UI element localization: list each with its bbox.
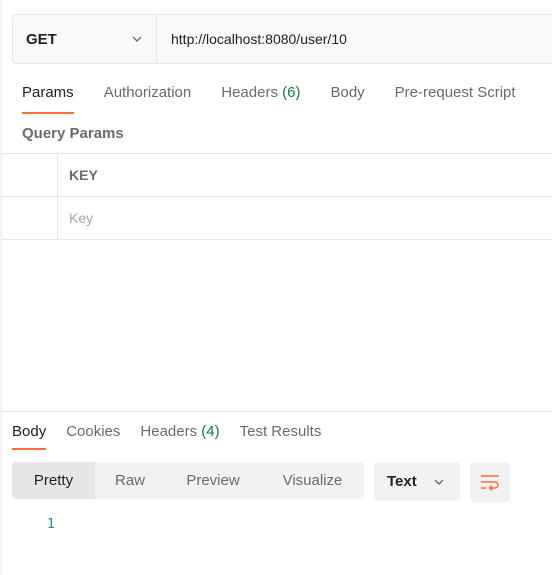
url-input[interactable]: http://localhost:8080/user/10 [157, 15, 552, 63]
view-pretty[interactable]: Pretty [12, 462, 95, 499]
response-tabs: Body Cookies Headers (4) Test Results [12, 420, 341, 450]
chevron-down-icon [132, 36, 142, 42]
row-checkbox-cell [2, 197, 58, 239]
headers-count: (6) [282, 84, 301, 101]
response-tab-cookies[interactable]: Cookies [66, 420, 120, 450]
response-tab-body[interactable]: Body [12, 420, 47, 450]
view-preview[interactable]: Preview [165, 462, 261, 499]
key-input[interactable]: Key [58, 197, 93, 239]
wrap-lines-icon [481, 475, 499, 491]
chevron-down-icon [434, 479, 444, 485]
tab-body[interactable]: Body [330, 80, 364, 114]
response-tab-test-results[interactable]: Test Results [240, 420, 322, 450]
response-divider[interactable] [2, 411, 552, 412]
tab-pre-request-script[interactable]: Pre-request Script [395, 80, 516, 114]
wrap-lines-button[interactable] [470, 462, 510, 502]
request-tabs: Params Authorization Headers (6) Body Pr… [22, 80, 546, 114]
table-row: Key [2, 196, 552, 240]
format-label: Text [387, 473, 417, 490]
tab-headers[interactable]: Headers (6) [221, 80, 300, 114]
method-label: GET [26, 30, 57, 48]
method-select[interactable]: GET [13, 15, 157, 63]
view-raw[interactable]: Raw [95, 462, 165, 499]
query-params-title: Query Params [22, 125, 124, 142]
view-visualize[interactable]: Visualize [261, 462, 364, 499]
response-tab-headers[interactable]: Headers (4) [140, 420, 219, 450]
tab-params[interactable]: Params [22, 80, 74, 114]
checkbox-column [2, 154, 58, 196]
left-panel-edge [0, 0, 2, 575]
response-headers-count: (4) [201, 423, 220, 440]
key-column-header: KEY [69, 167, 98, 183]
tab-authorization[interactable]: Authorization [104, 80, 192, 114]
format-select[interactable]: Text [374, 462, 460, 501]
query-params-table: KEY Key [2, 153, 552, 240]
table-header-row: KEY [2, 153, 552, 196]
response-line-number: 1 [47, 517, 55, 532]
request-bar: GET http://localhost:8080/user/10 [12, 14, 552, 64]
response-view-toggle: Pretty Raw Preview Visualize [12, 462, 364, 499]
